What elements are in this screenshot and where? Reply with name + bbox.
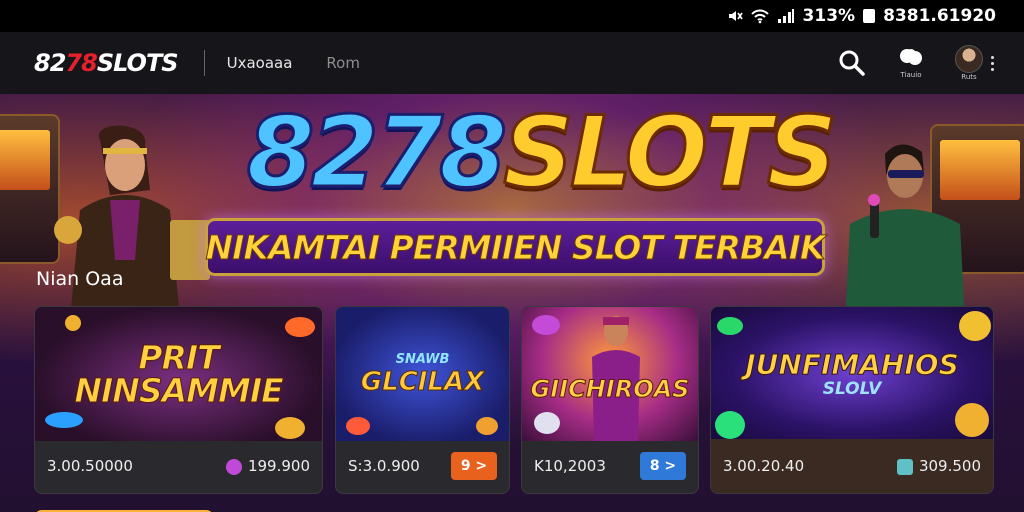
game-card-4[interactable]: JUNFIMAHIOS SLOLV 3.00.20.40 309.500 [710,306,994,494]
profile-button[interactable]: Ruts [955,45,983,81]
app-header: 8278SLOTS Uxaoaaa Rom Tiauio Ruts [0,32,1024,94]
battery-icon [863,9,876,23]
game-card-art: SNAWB GLCILAX [336,307,509,441]
game-title: PRIT NINSAMMIE [74,338,284,410]
hero-tagline-plate: NIKAMTAI PERMIIEN SLOT TERBAIK [205,218,826,276]
jackpot-icon [896,458,913,475]
card-amount: 3.00.20.40 [723,457,805,475]
game-title: SNAWB GLCILAX [336,307,509,441]
game-title-main: JUNFIMAHIOS [745,347,959,381]
game-card-2[interactable]: SNAWB GLCILAX S:3.0.900 9 > [335,306,510,494]
game-title-top: SNAWB [395,352,450,367]
jackpot-icon [225,458,242,475]
hero-banner[interactable]: 8278SLOTS NIKAMTAI PERMIIEN SLOT TERBAIK… [0,94,1024,512]
wifi-icon [750,8,769,24]
status-time: 8381.61920 [883,6,996,26]
play-button[interactable]: 8 > [640,452,686,480]
more-icon[interactable] [991,55,994,71]
game-card-art: JUNFIMAHIOS SLOLV [711,307,993,441]
hero-tagline: NIKAMTAI PERMIIEN SLOT TERBAIK [205,227,826,267]
card-footer: S:3.0.900 9 > [336,439,509,493]
game-title-sub: SLOLV [822,378,882,399]
nav-item-1[interactable]: Uxaoaaa [227,54,293,72]
hero-character-right [845,144,965,324]
brand-logo[interactable]: 8278SLOTS [34,49,179,77]
card-amount: K10,2003 [534,457,606,475]
game-title-main: GLCILAX [360,367,485,397]
avatar-caption: Ruts [961,73,977,81]
hero-character-left [54,125,210,320]
chat-icon [897,47,925,71]
card-footer: 3.00.20.40 309.500 [711,439,993,493]
card-amount: S:3.0.900 [348,457,420,475]
header-divider [203,50,205,76]
chat-caption: Tiauio [900,71,922,79]
card-footer: 3.00.50000 199.900 [35,439,322,493]
jackpot-value: 199.900 [247,457,310,475]
card-jackpot: 309.500 [896,457,981,475]
game-card-3[interactable]: GIICHIROAS K10,2003 8 > [521,306,699,494]
signal-icon [777,8,795,24]
card-amount: 3.00.50000 [47,457,133,475]
game-card-1[interactable]: PRIT NINSAMMIE 3.00.50000 199.900 [34,306,323,494]
logo-suffix: SLOTS [96,49,179,77]
mute-icon [727,8,743,24]
card-footer: K10,2003 8 > [522,439,698,493]
logo-accent: 78 [65,49,97,77]
card-jackpot: 199.900 [225,457,310,475]
avatar [955,45,983,73]
system-status-bar: 313% 8381.61920 [0,0,1024,32]
chat-button[interactable]: Tiauio [897,47,925,79]
game-card-art: PRIT NINSAMMIE [35,307,322,441]
game-card-art: GIICHIROAS [522,307,698,441]
section-title: Nian Oaa [36,268,124,290]
battery-percent: 313% [802,6,856,26]
search-icon[interactable] [837,48,867,78]
hero-title: 8278SLOTS [240,96,840,210]
jackpot-value: 309.500 [918,457,981,475]
nav-item-2[interactable]: Rom [326,54,360,72]
header-actions: Tiauio Ruts [837,32,994,94]
game-title: GIICHIROAS [530,375,690,403]
play-button[interactable]: 9 > [451,452,497,480]
hero-title-number: 8278 [245,96,509,210]
logo-prefix: 82 [34,49,66,77]
game-title: JUNFIMAHIOS SLOLV [711,307,993,441]
hero-title-word: SLOTS [502,96,839,210]
